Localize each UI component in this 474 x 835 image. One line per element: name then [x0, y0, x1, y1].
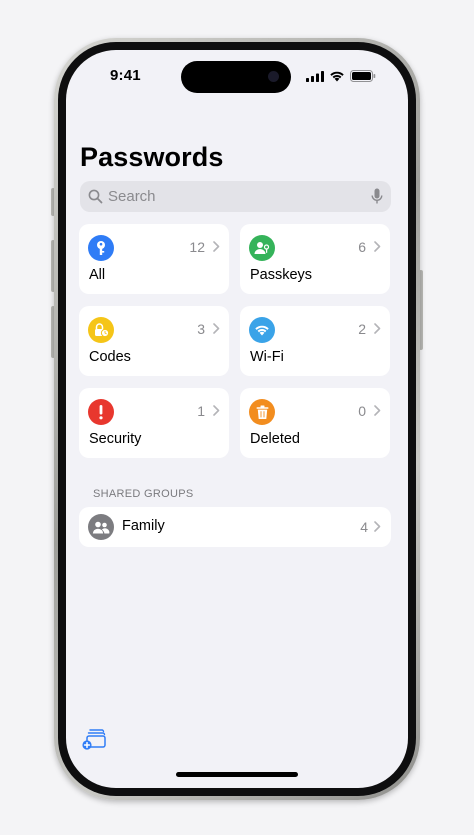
category-tile-wifi[interactable]: Wi-Fi 2	[240, 306, 390, 376]
people-icon	[88, 514, 114, 540]
home-indicator[interactable]	[176, 772, 298, 777]
category-count: 6	[358, 239, 366, 255]
phone-screen: 9:41 Passwords Search All 12 Passkeys 6 …	[66, 50, 408, 788]
category-count: 3	[197, 321, 205, 337]
cellular-signal-icon	[306, 70, 324, 82]
dynamic-island	[181, 61, 291, 93]
exclamation-icon	[88, 399, 114, 425]
category-label: Passkeys	[250, 267, 313, 283]
chevron-right-icon	[213, 405, 220, 416]
search-bar[interactable]	[80, 181, 391, 212]
status-icons	[306, 70, 376, 82]
category-label: Wi-Fi	[250, 349, 284, 365]
chevron-right-icon	[213, 241, 220, 252]
wifi-status-icon	[330, 71, 344, 82]
person-key-icon	[249, 235, 275, 261]
shared-group-row-family[interactable]: Family 4	[79, 507, 391, 547]
search-icon	[88, 189, 103, 204]
key-icon	[88, 235, 114, 261]
category-label: All	[89, 267, 106, 283]
category-tile-codes[interactable]: Codes 3	[79, 306, 229, 376]
category-tile-security[interactable]: Security 1	[79, 388, 229, 458]
wifi-icon	[249, 317, 275, 343]
category-count: 0	[358, 403, 366, 419]
trash-icon	[249, 399, 275, 425]
category-count: 12	[189, 239, 205, 255]
status-bar: 9:41	[66, 50, 408, 100]
category-label: Codes	[89, 349, 131, 365]
category-tile-all[interactable]: All 12	[79, 224, 229, 294]
category-count: 1	[197, 403, 205, 419]
section-header-shared-groups: SHARED GROUPS	[93, 488, 194, 500]
chevron-right-icon	[374, 241, 381, 252]
category-label: Security	[89, 431, 142, 447]
new-shared-group-icon	[82, 729, 106, 750]
new-shared-group-button[interactable]	[82, 726, 108, 750]
lock-clock-icon	[88, 317, 114, 343]
chevron-right-icon	[374, 323, 381, 334]
shared-group-count: 4	[360, 519, 368, 535]
search-input[interactable]	[108, 181, 358, 212]
category-tile-deleted[interactable]: Deleted 0	[240, 388, 390, 458]
status-time: 9:41	[110, 67, 141, 84]
chevron-right-icon	[374, 521, 381, 532]
camera-icon	[268, 71, 279, 82]
category-label: Deleted	[250, 431, 300, 447]
chevron-right-icon	[213, 323, 220, 334]
battery-icon	[350, 70, 376, 82]
category-tile-passkeys[interactable]: Passkeys 6	[240, 224, 390, 294]
page-title: Passwords	[80, 142, 224, 172]
category-count: 2	[358, 321, 366, 337]
microphone-icon[interactable]	[371, 188, 383, 205]
shared-group-label: Family	[122, 518, 165, 534]
chevron-right-icon	[374, 405, 381, 416]
